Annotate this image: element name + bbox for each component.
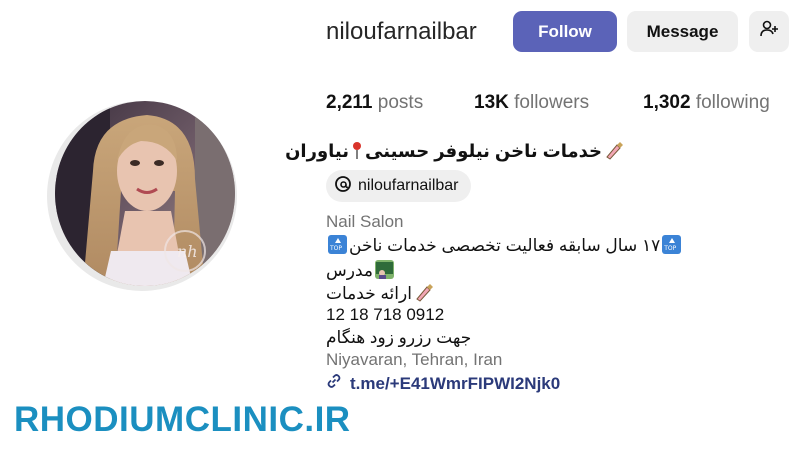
- bio-line-booking: جهت رزرو زود هنگام: [326, 328, 472, 347]
- bio-line-experience: ۱۷ سال سابقه فعالیت تخصصی خدمات ناخن: [326, 235, 683, 256]
- followers-stat[interactable]: 13K followers: [474, 92, 589, 114]
- threads-icon: [334, 175, 352, 198]
- nail-polish-icon: [414, 283, 434, 302]
- top-arrow-icon: [662, 235, 682, 254]
- posts-count: 2,211: [326, 92, 373, 113]
- followers-count: 13K: [474, 92, 509, 113]
- avatar[interactable]: nh: [55, 101, 235, 286]
- profile-category: Nail Salon: [326, 212, 404, 231]
- bio-line-services: ارائه خدمات: [326, 283, 436, 304]
- teacher-icon: [375, 260, 394, 279]
- bio-line-teacher: مدرس: [326, 260, 396, 281]
- posts-stat: 2,211 posts: [326, 92, 423, 114]
- profile-link[interactable]: t.me/+E41WmrFIPWI2Njk0: [326, 373, 560, 394]
- following-label: following: [695, 92, 770, 113]
- profile-location[interactable]: Niyavaran, Tehran, Iran: [326, 350, 502, 370]
- svg-text:nh: nh: [177, 242, 198, 261]
- bio-phone: 12 18 718 0912: [326, 305, 445, 324]
- posts-label: posts: [377, 92, 424, 113]
- profile-photo: nh: [55, 101, 235, 286]
- bio-line2-text: مدرس: [326, 261, 373, 280]
- bio-line3-text: ارائه خدمات: [326, 284, 412, 303]
- watermark: RHODIUMCLINIC.IR: [14, 400, 351, 439]
- profile-link-text: t.me/+E41WmrFIPWI2Njk0: [350, 373, 561, 393]
- bio-full-name: خدمات ناخن نیلوفر حسینی نیاوران: [285, 141, 626, 162]
- following-count: 1,302: [643, 92, 691, 113]
- profile-username: niloufarnailbar: [326, 18, 477, 45]
- message-button[interactable]: Message: [627, 11, 738, 52]
- bio-name-suffix: نیاوران: [285, 141, 350, 161]
- nail-polish-icon: [604, 141, 624, 160]
- top-arrow-icon: [328, 235, 347, 254]
- bio-line1-text: ۱۷ سال سابقه فعالیت تخصصی خدمات ناخن: [349, 236, 661, 255]
- threads-badge[interactable]: niloufarnailbar: [326, 170, 471, 202]
- follow-button[interactable]: Follow: [513, 11, 617, 52]
- person-add-icon: [759, 19, 779, 44]
- pin-icon: [351, 141, 363, 160]
- bio-name-text: خدمات ناخن نیلوفر حسینی: [365, 141, 602, 161]
- threads-handle: niloufarnailbar: [358, 177, 459, 194]
- following-stat[interactable]: 1,302 following: [643, 92, 770, 114]
- followers-label: followers: [514, 92, 590, 113]
- link-icon: [326, 373, 342, 394]
- add-person-button[interactable]: [749, 11, 789, 52]
